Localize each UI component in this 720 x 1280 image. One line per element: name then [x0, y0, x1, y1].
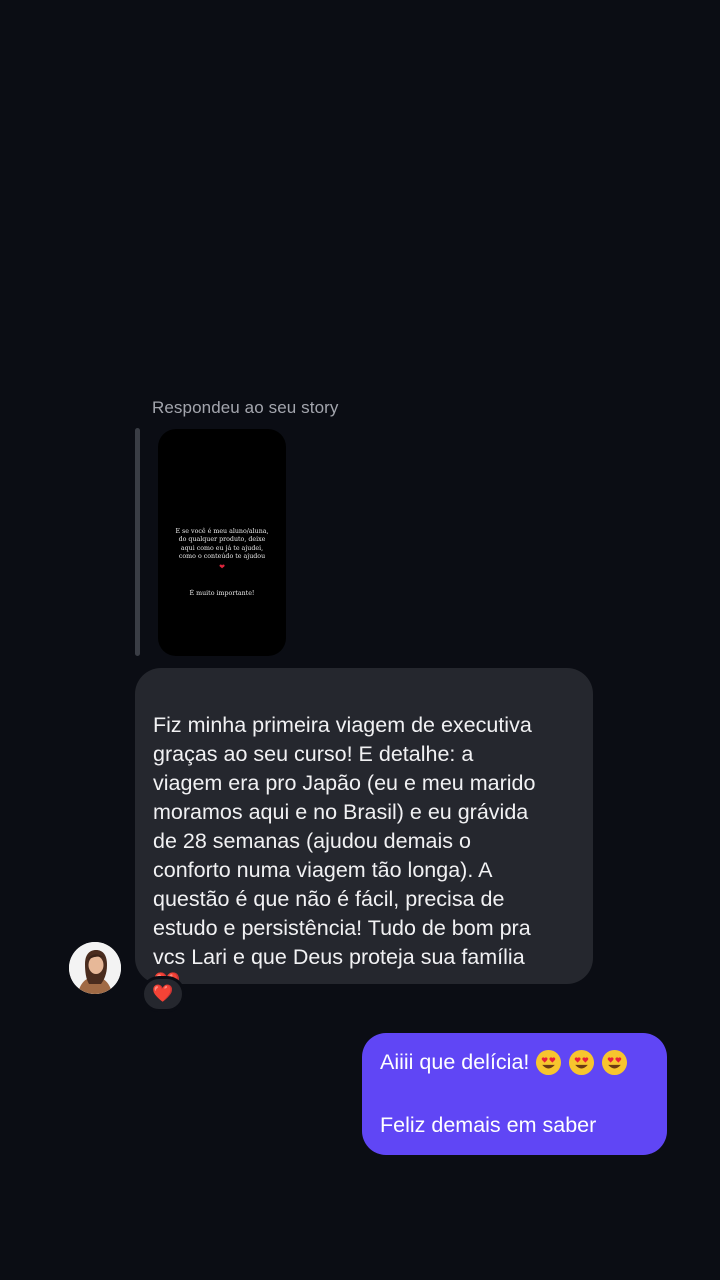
- story-text: E se você é meu aluno/aluna, do qualquer…: [175, 528, 269, 561]
- outgoing-message-line2: Feliz demais em saber: [380, 1113, 597, 1137]
- heart-eyes-emoji-icon: [536, 1049, 562, 1075]
- heart-icon: ❤️: [153, 972, 575, 996]
- story-text-footer: É muito importante!: [189, 590, 255, 597]
- heart-eyes-emoji-icon: [569, 1049, 595, 1075]
- incoming-message-text: Fiz minha primeira viagem de executiva g…: [153, 713, 536, 969]
- story-reply-label: Respondeu ao seu story: [152, 398, 339, 417]
- reply-indicator-bar: [135, 428, 140, 656]
- sender-avatar[interactable]: [69, 942, 121, 994]
- outgoing-message-line1: Aiiii que delícia!: [380, 1050, 530, 1074]
- dm-thread: Respondeu ao seu story E se você é meu a…: [0, 0, 720, 1280]
- outgoing-message-bubble[interactable]: Aiiii que delícia! Feliz demais em saber: [362, 1033, 667, 1155]
- story-thumbnail[interactable]: E se você é meu aluno/aluna, do qualquer…: [158, 429, 286, 656]
- heart-eyes-emoji-icon: [602, 1049, 628, 1075]
- incoming-message-bubble[interactable]: Fiz minha primeira viagem de executiva g…: [135, 668, 593, 996]
- heart-reaction[interactable]: ❤️: [141, 976, 185, 1012]
- story-heart-icon: ❤: [219, 564, 225, 571]
